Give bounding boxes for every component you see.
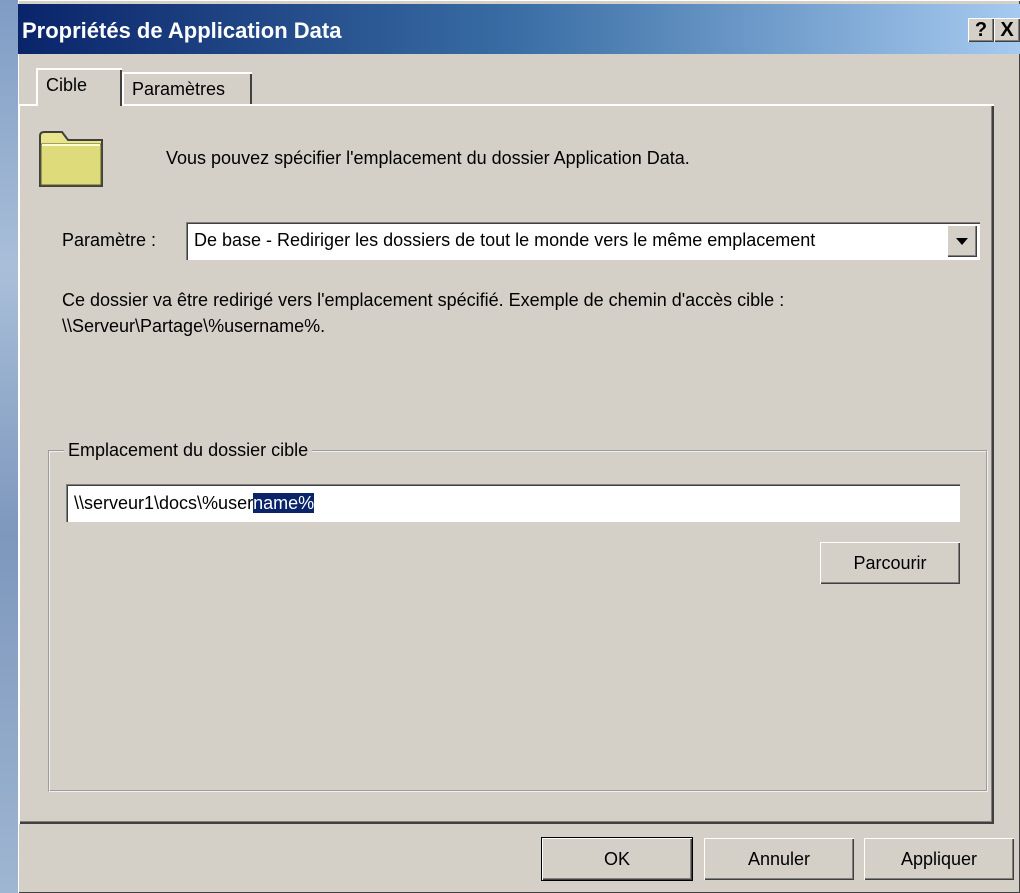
apply-button[interactable]: Appliquer [864, 838, 1014, 880]
tab-parametres[interactable]: Paramètres [122, 72, 252, 106]
help-button[interactable]: ? [968, 18, 994, 42]
title-bar[interactable]: Propriétés de Application Data ? X [18, 4, 1020, 54]
desktop-background [0, 0, 20, 893]
close-button[interactable]: X [994, 18, 1020, 42]
ok-button[interactable]: OK [542, 838, 692, 880]
tab-panel [18, 104, 994, 824]
tab-cible-label: Cible [46, 75, 88, 95]
tab-cible[interactable]: Cible [36, 68, 122, 106]
window-title: Propriétés de Application Data [22, 18, 342, 43]
cancel-button[interactable]: Annuler [704, 838, 854, 880]
tab-parametres-label: Paramètres [132, 79, 226, 99]
